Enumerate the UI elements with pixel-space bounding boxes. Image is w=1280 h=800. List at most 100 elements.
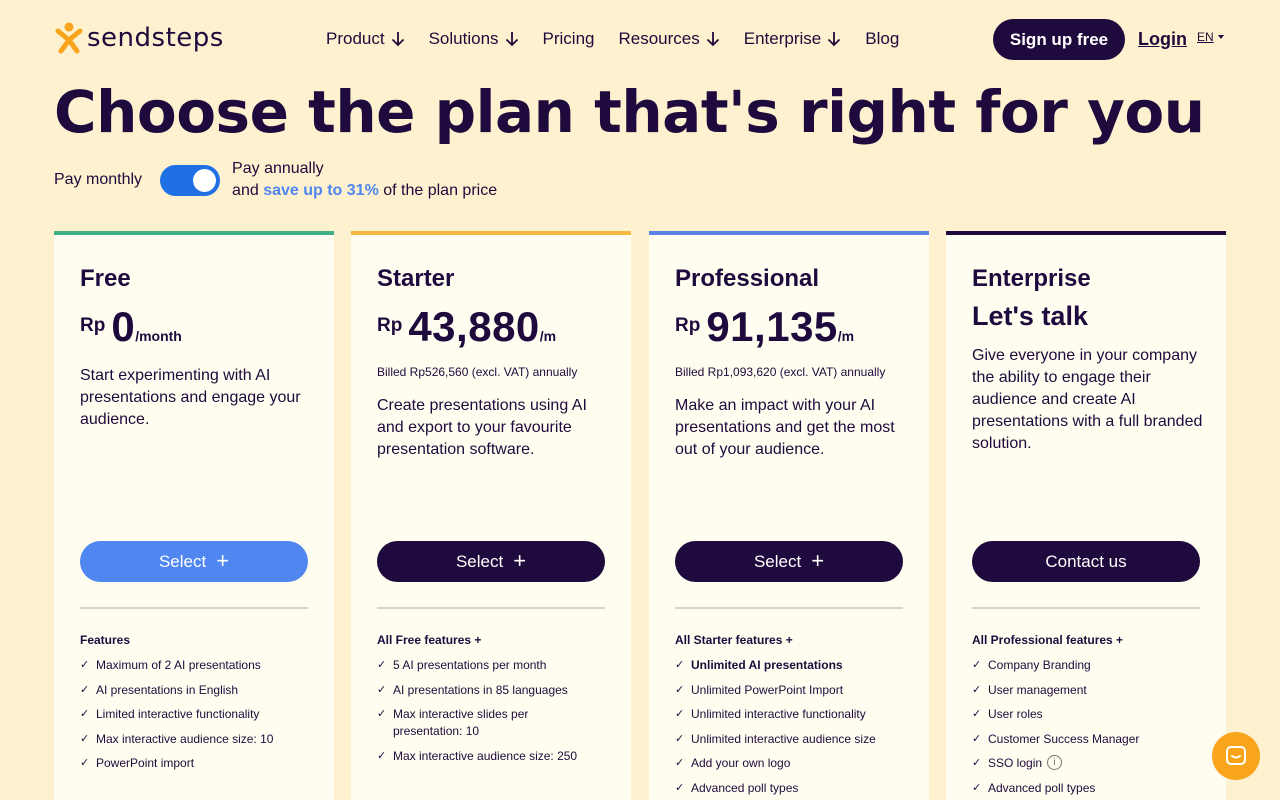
check-icon: ✓ bbox=[80, 659, 90, 671]
check-icon: ✓ bbox=[377, 749, 387, 762]
billing-period-toggle[interactable] bbox=[160, 164, 221, 196]
sendsteps-logo[interactable]: sendsteps bbox=[55, 22, 224, 54]
arrow-down-icon bbox=[505, 32, 518, 47]
feature-item: ✓ Limited interactive functionality bbox=[80, 706, 310, 723]
button-label: Select bbox=[158, 551, 207, 571]
pay-annually-label[interactable]: Pay annually and save up to 31% of the p… bbox=[232, 158, 497, 202]
feature-text: SSO login bbox=[988, 756, 1043, 770]
features-heading: Features bbox=[80, 633, 131, 647]
feature-list: ✓ 5 AI presentations per month ✓ AI presen… bbox=[377, 657, 607, 772]
plan-description: Make an impact with your AI presentation… bbox=[675, 397, 895, 458]
site-header: sendsteps Product Solutions Pricing Reso… bbox=[0, 0, 1280, 80]
page-title: Choose the plan that's right for you bbox=[54, 78, 1205, 146]
feature-text: Advanced poll types bbox=[691, 780, 799, 795]
plus-icon: + bbox=[811, 547, 825, 573]
nav-label: Pricing bbox=[542, 29, 595, 48]
feature-text: Unlimited PowerPoint Import bbox=[691, 682, 844, 697]
plus-icon: + bbox=[513, 547, 527, 573]
divider bbox=[675, 607, 903, 609]
arrow-down-icon bbox=[828, 32, 841, 47]
plan-name: Enterprise bbox=[972, 265, 1091, 292]
divider bbox=[972, 607, 1200, 609]
feature-item: ✓ AI presentations in English bbox=[80, 682, 310, 699]
select-starter-button[interactable]: Select + bbox=[377, 541, 605, 582]
nav-item-resources[interactable]: Resources bbox=[619, 29, 720, 49]
billing-toggle-row: Pay monthly Pay annually and save up to … bbox=[54, 158, 497, 202]
feature-text: AI presentations in English bbox=[96, 682, 239, 697]
plan-price: Rp 91,135 /m bbox=[675, 303, 854, 351]
check-icon: ✓ bbox=[80, 757, 90, 769]
select-professional-button[interactable]: Select + bbox=[675, 541, 903, 582]
price-period: /m bbox=[837, 328, 855, 344]
savings-highlight: save up to 31% bbox=[263, 182, 379, 199]
check-icon: ✓ bbox=[80, 683, 90, 696]
nav-item-solutions[interactable]: Solutions bbox=[429, 29, 519, 49]
feature-text: Advanced poll types bbox=[988, 780, 1096, 795]
check-icon: ✓ bbox=[972, 659, 982, 671]
chat-launcher-button[interactable] bbox=[1212, 732, 1260, 780]
divider bbox=[377, 607, 605, 609]
nav-item-enterprise[interactable]: Enterprise bbox=[744, 29, 841, 49]
brand-name: sendsteps bbox=[87, 23, 224, 53]
check-icon: ✓ bbox=[377, 659, 387, 671]
nav-item-pricing[interactable]: Pricing bbox=[543, 29, 595, 49]
feature-item: ✓ Maximum of 2 AI presentations bbox=[80, 657, 310, 674]
feature-text: Add your own logo bbox=[691, 756, 791, 770]
feature-item: ✓ SSO login i bbox=[972, 755, 1202, 772]
sign-up-button[interactable]: Sign up free bbox=[993, 19, 1125, 60]
plan-name: Professional bbox=[675, 265, 820, 292]
feature-item: ✓ Unlimited interactive audience size bbox=[675, 731, 905, 748]
pay-annually-text: Pay annually bbox=[232, 160, 324, 177]
language-selector[interactable]: EN bbox=[1197, 30, 1224, 44]
check-icon: ✓ bbox=[675, 708, 685, 720]
feature-text: Customer Success Manager bbox=[988, 731, 1140, 746]
feature-text: Company Branding bbox=[988, 658, 1091, 672]
info-icon[interactable]: i bbox=[1047, 755, 1063, 770]
plan-price: Rp 43,880 /m bbox=[377, 303, 556, 351]
feature-item: ✓ AI presentations in 85 languages bbox=[377, 682, 607, 699]
feature-text: Max interactive audience size: 250 bbox=[393, 748, 578, 763]
plan-card-professional: Professional Rp 91,135 /m Billed Rp1,093… bbox=[649, 231, 929, 800]
feature-text: Maximum of 2 AI presentations bbox=[96, 658, 261, 672]
feature-item: ✓ Customer Success Manager bbox=[972, 731, 1202, 748]
price-amount: 43,880 bbox=[408, 303, 540, 350]
language-label: EN bbox=[1197, 30, 1214, 44]
check-icon: ✓ bbox=[675, 781, 685, 794]
nav-item-blog[interactable]: Blog bbox=[865, 29, 899, 49]
feature-item: ✓ Max interactive slides per presentation… bbox=[377, 706, 607, 740]
feature-item: ✓ PowerPoint import bbox=[80, 755, 310, 772]
savings-and: and bbox=[232, 182, 264, 199]
select-free-button[interactable]: Select + bbox=[80, 541, 308, 582]
features-heading: All Starter features + bbox=[675, 633, 793, 647]
price-currency: Rp bbox=[80, 315, 106, 336]
feature-text: Unlimited AI presentations bbox=[691, 658, 843, 672]
main-nav: Product Solutions Pricing Resources Ente… bbox=[326, 29, 899, 49]
check-icon: ✓ bbox=[675, 659, 685, 671]
feature-item: ✓ Max interactive audience size: 250 bbox=[377, 748, 607, 765]
features-heading: All Professional features + bbox=[972, 633, 1124, 647]
check-icon: ✓ bbox=[377, 708, 387, 720]
pay-monthly-label[interactable]: Pay monthly bbox=[54, 171, 142, 189]
check-icon: ✓ bbox=[80, 732, 90, 745]
feature-item: ✓ Unlimited AI presentations bbox=[675, 657, 905, 674]
check-icon: ✓ bbox=[675, 757, 685, 769]
feature-text: PowerPoint import bbox=[96, 756, 195, 770]
feature-list: ✓ Company Branding ✓ User management ✓ User… bbox=[972, 657, 1202, 800]
login-link[interactable]: Login bbox=[1138, 29, 1187, 50]
check-icon: ✓ bbox=[972, 732, 982, 745]
feature-text: 5 AI presentations per month bbox=[393, 658, 547, 672]
billed-annually-note: Billed Rp1,093,620 (excl. VAT) annually bbox=[675, 365, 886, 379]
nav-label: Blog bbox=[865, 29, 900, 48]
feature-text: User management bbox=[988, 682, 1087, 697]
plan-name: Free bbox=[80, 265, 131, 292]
feature-item: ✓ Unlimited PowerPoint Import bbox=[675, 682, 905, 699]
feature-list: ✓ Maximum of 2 AI presentations ✓ AI prese… bbox=[80, 657, 310, 780]
contact-us-button[interactable]: Contact us bbox=[972, 541, 1200, 582]
plan-card-free: Free Rp 0 /month Start experimenting wit… bbox=[54, 231, 334, 800]
price-amount: 0 bbox=[111, 303, 136, 350]
button-label: Contact us bbox=[1045, 551, 1127, 571]
nav-item-product[interactable]: Product bbox=[326, 29, 405, 49]
nav-label: Product bbox=[326, 29, 385, 48]
caret-down-icon bbox=[1217, 35, 1224, 39]
feature-item: ✓ Company Branding bbox=[972, 657, 1202, 674]
